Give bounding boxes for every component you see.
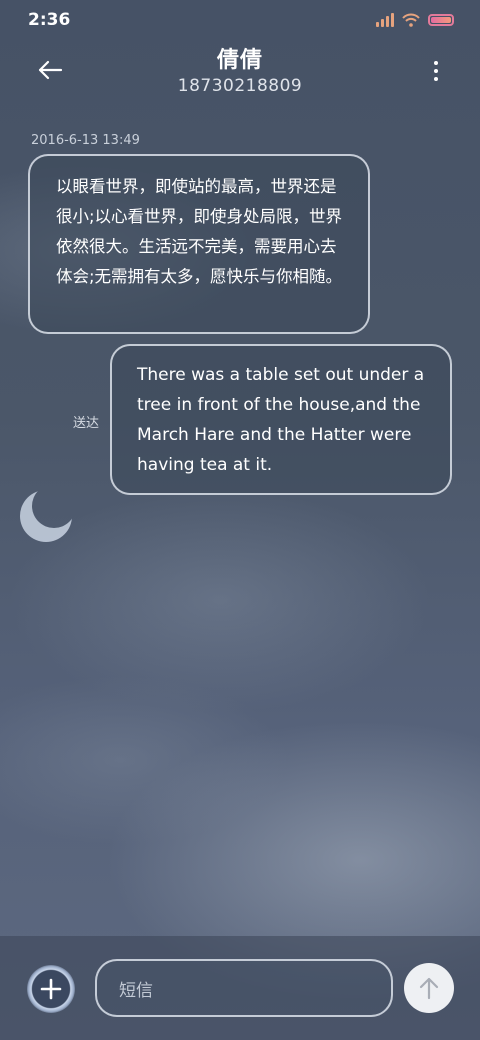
- more-options-button[interactable]: [428, 56, 444, 86]
- crescent-moon-icon: [20, 490, 72, 542]
- battery-icon: [428, 14, 454, 26]
- plus-icon: [40, 978, 62, 1000]
- contact-name: 倩倩: [216, 48, 263, 73]
- more-vertical-icon: [434, 61, 438, 65]
- outgoing-message-bubble[interactable]: There was a table set out under a tree i…: [110, 344, 452, 495]
- status-icons: [376, 13, 454, 27]
- arrow-left-icon: [38, 60, 63, 80]
- status-time: 2:36: [28, 10, 71, 30]
- message-input[interactable]: 短信: [95, 959, 393, 1017]
- outgoing-message-text: There was a table set out under a tree i…: [137, 365, 425, 475]
- delivery-status: 送达: [73, 416, 100, 431]
- signal-icon: [376, 13, 394, 27]
- send-button[interactable]: [404, 963, 454, 1013]
- incoming-message-bubble[interactable]: 以眼看世界，即使站的最高，世界还是很小;以心看世界，即使身处局限，世界依然很大。…: [28, 154, 370, 334]
- message-input-placeholder: 短信: [119, 980, 153, 1001]
- add-attachment-button[interactable]: [27, 965, 75, 1013]
- arrow-up-icon: [419, 977, 439, 1000]
- incoming-message-text: 以眼看世界，即使站的最高，世界还是很小;以心看世界，即使身处局限，世界依然很大。…: [56, 177, 343, 286]
- back-button[interactable]: [30, 54, 70, 86]
- conversation-header: 倩倩 18730218809: [0, 40, 480, 102]
- status-bar: 2:36: [0, 0, 480, 40]
- message-timestamp: 2016-6-13 13:49: [31, 133, 140, 148]
- contact-number: 18730218809: [177, 76, 303, 96]
- contact-title: 倩倩 18730218809: [120, 42, 360, 96]
- wifi-icon: [402, 13, 420, 27]
